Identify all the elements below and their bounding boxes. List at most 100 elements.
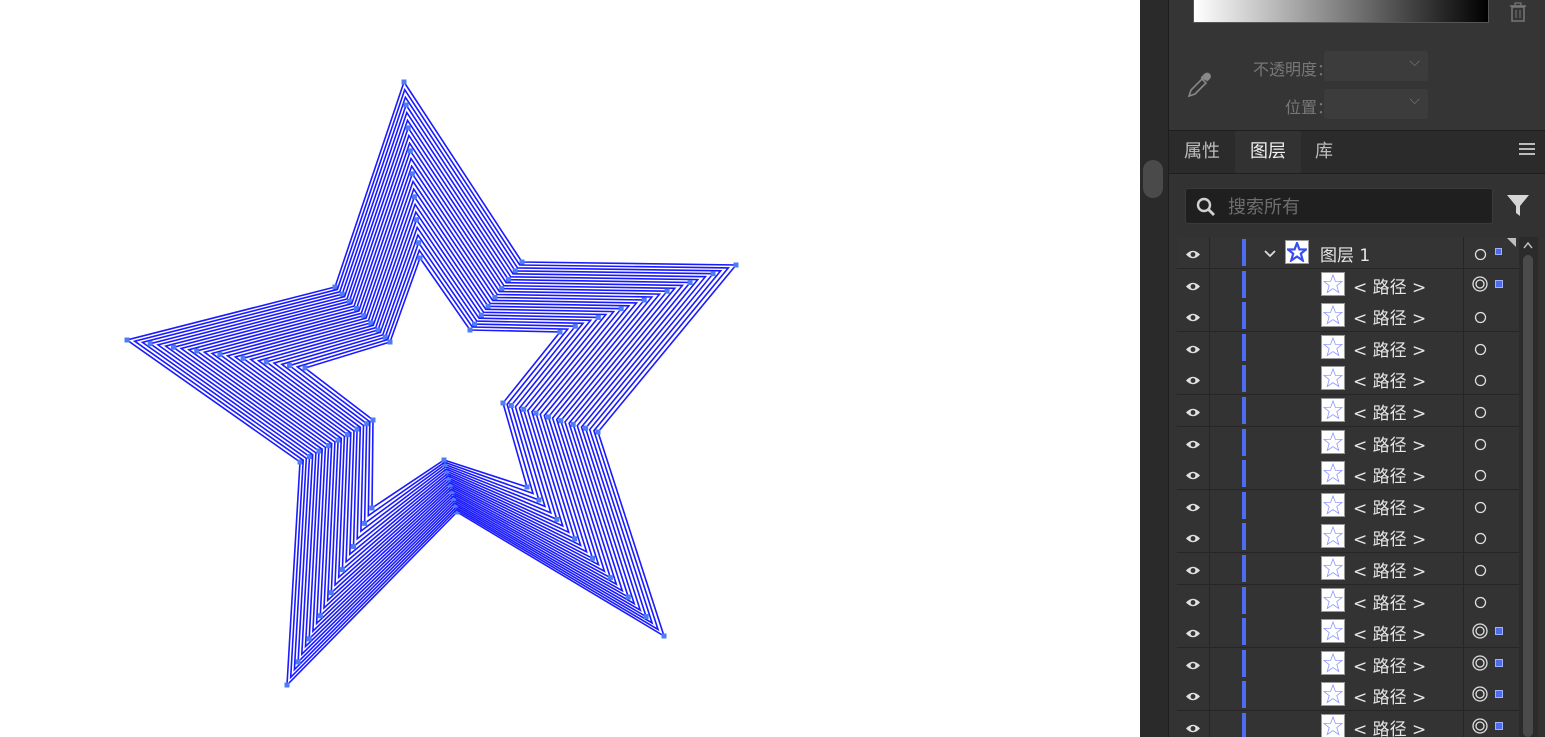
sublayer-row[interactable]: < 路径 > [1177,521,1519,554]
target-icon[interactable] [1474,404,1487,419]
anchor-point[interactable] [500,400,506,406]
anchor-point[interactable] [147,341,153,347]
sublayer-row[interactable]: < 路径 > [1177,711,1519,737]
anchor-point[interactable] [441,457,447,463]
tab-libraries[interactable]: 库 [1301,131,1347,173]
lock-toggle[interactable] [1209,489,1210,521]
tab-properties[interactable]: 属性 [1169,131,1235,173]
target-icon[interactable] [1474,372,1487,387]
anchor-point[interactable] [375,327,381,333]
eye-icon[interactable] [1185,720,1201,733]
anchor-point[interactable] [345,432,351,438]
anchor-point[interactable] [595,314,601,320]
anchor-point[interactable] [536,497,542,503]
anchor-point[interactable] [401,79,407,85]
layer-name[interactable]: < 路径 > [1353,273,1426,298]
lock-toggle[interactable] [1209,616,1210,648]
sublayer-row[interactable]: < 路径 > [1177,458,1519,491]
lock-toggle[interactable] [1209,363,1210,395]
eye-icon[interactable] [1185,530,1201,543]
anchor-point[interactable] [335,437,341,443]
search-input[interactable] [1226,189,1480,225]
lock-toggle[interactable] [1209,584,1210,616]
anchor-point[interactable] [643,614,649,620]
sublayer-row[interactable]: < 路径 > [1177,647,1519,680]
layer-name[interactable]: < 路径 > [1353,683,1426,708]
eye-icon[interactable] [1185,404,1201,417]
layer-name[interactable]: < 路径 > [1353,525,1426,550]
anchor-point[interactable] [284,682,290,688]
anchor-point[interactable] [295,659,301,665]
anchor-point[interactable] [521,406,527,412]
selection-indicator[interactable] [1495,279,1503,288]
anchor-point[interactable] [217,352,223,358]
target-icon[interactable] [1474,594,1487,608]
lock-toggle[interactable] [1209,521,1210,553]
layer-name[interactable]: < 路径 > [1353,494,1426,519]
anchor-point[interactable] [492,295,498,300]
lock-toggle[interactable] [1209,395,1210,426]
target-icon[interactable] [1474,562,1487,577]
lock-toggle[interactable] [1209,711,1210,737]
anchor-point[interactable] [485,303,491,309]
eye-icon[interactable] [1185,562,1201,575]
target-icon[interactable] [1474,530,1487,545]
anchor-point[interactable] [339,567,345,573]
anchor-point[interactable] [307,454,312,459]
anchor-point[interactable] [641,297,647,303]
anchor-point[interactable] [733,262,739,268]
gradient-slider[interactable] [1193,0,1489,23]
anchor-point[interactable] [387,339,393,345]
selection-indicator[interactable] [1495,722,1503,730]
anchor-point[interactable] [545,414,551,420]
layer-name[interactable]: < 路径 > [1353,557,1426,582]
filter-icon[interactable] [1506,194,1530,218]
lock-toggle[interactable] [1209,331,1210,363]
sublayer-row[interactable]: < 路径 > [1177,553,1519,585]
sublayer-row[interactable]: < 路径 > [1177,331,1519,364]
artboard-canvas[interactable] [0,0,1140,737]
anchor-point[interactable] [411,194,417,200]
sublayer-row[interactable]: < 路径 > [1177,616,1519,649]
lock-toggle[interactable] [1209,458,1210,490]
layer-name[interactable]: < 路径 > [1353,431,1426,456]
layers-scrollbar[interactable] [1519,237,1538,737]
layer-name[interactable]: < 路径 > [1353,620,1426,645]
anchor-point[interactable] [407,148,413,154]
dock-grip-handle[interactable] [1143,160,1163,198]
eye-icon[interactable] [1185,625,1201,638]
layer-name[interactable]: < 路径 > [1353,336,1426,361]
anchor-point[interactable] [403,102,409,108]
eye-icon[interactable] [1185,309,1201,322]
anchor-point[interactable] [170,344,176,350]
anchor-point[interactable] [409,171,415,177]
anchor-point[interactable] [368,320,374,326]
anchor-point[interactable] [524,484,530,490]
anchor-point[interactable] [499,286,505,292]
target-icon[interactable] [1474,467,1487,482]
anchor-point[interactable] [570,421,576,427]
target-icon[interactable] [1474,309,1487,324]
anchor-point[interactable] [558,418,564,424]
target-icon[interactable] [1472,623,1488,639]
anchor-point[interactable] [554,516,560,522]
layer-name[interactable]: < 路径 > [1353,652,1426,677]
layer-name[interactable]: < 路径 > [1353,715,1426,737]
sublayer-row[interactable]: < 路径 > [1177,489,1519,522]
anchor-point[interactable] [583,425,589,431]
target-icon[interactable] [1474,499,1487,513]
anchor-point[interactable] [382,334,388,340]
anchor-point[interactable] [297,459,303,465]
selection-indicator[interactable] [1495,248,1502,255]
position-select[interactable]: ⌵ [1324,89,1428,119]
eye-icon[interactable] [1185,594,1201,607]
anchor-point[interactable] [287,363,292,369]
anchor-point[interactable] [467,327,473,333]
sublayer-row[interactable]: < 路径 > [1177,395,1519,427]
anchor-point[interactable] [240,355,246,361]
anchor-point[interactable] [194,348,200,354]
lock-toggle[interactable] [1209,647,1210,679]
chevron-down-icon[interactable] [1263,245,1277,259]
target-icon[interactable] [1474,341,1487,355]
sublayer-row[interactable]: < 路径 > [1177,584,1519,617]
